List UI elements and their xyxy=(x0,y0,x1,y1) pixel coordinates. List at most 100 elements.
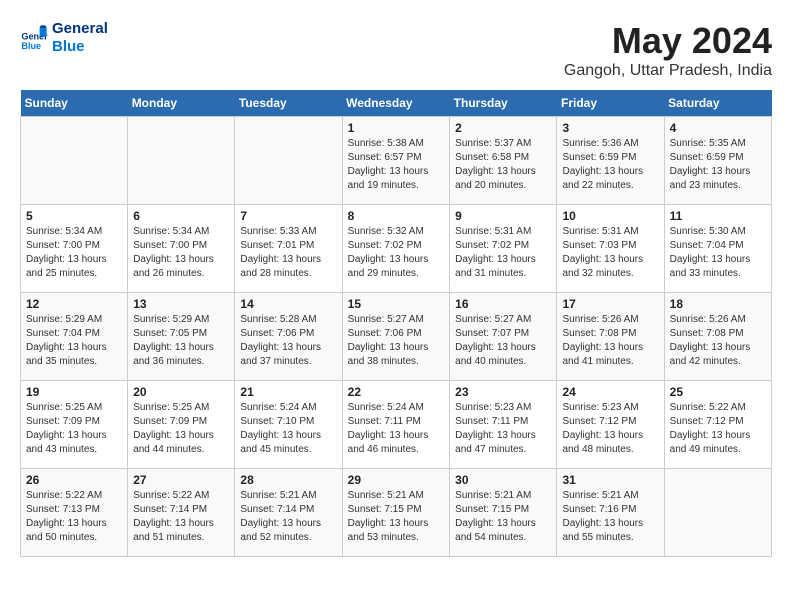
calendar-cell: 16 Sunrise: 5:27 AM Sunset: 7:07 PM Dayli… xyxy=(450,293,557,381)
day-info: Sunrise: 5:34 AM Sunset: 7:00 PM Dayligh… xyxy=(26,225,122,281)
day-number: 18 xyxy=(670,297,766,311)
day-info: Sunrise: 5:38 AM Sunset: 6:57 PM Dayligh… xyxy=(348,137,445,193)
day-number: 24 xyxy=(562,385,658,399)
day-number: 20 xyxy=(133,385,229,399)
day-info: Sunrise: 5:21 AM Sunset: 7:15 PM Dayligh… xyxy=(348,489,445,545)
calendar-cell: 9Sunrise: 5:31 AM Sunset: 7:02 PM Daylig… xyxy=(450,205,557,293)
day-number: 2 xyxy=(455,121,551,135)
day-info: Sunrise: 5:21 AM Sunset: 7:15 PM Dayligh… xyxy=(455,489,551,545)
header-thursday: Thursday xyxy=(450,90,557,117)
day-number: 19 xyxy=(26,385,122,399)
logo-icon: General Blue xyxy=(20,24,48,52)
day-info: Sunrise: 5:30 AM Sunset: 7:04 PM Dayligh… xyxy=(670,225,766,281)
day-info: Sunrise: 5:26 AM Sunset: 7:08 PM Dayligh… xyxy=(670,313,766,369)
logo-text-general: General xyxy=(52,20,108,38)
calendar-cell: 14 Sunrise: 5:28 AM Sunset: 7:06 PM Dayli… xyxy=(235,293,342,381)
calendar-cell: 1 Sunrise: 5:38 AM Sunset: 6:57 PM Daylig… xyxy=(342,117,450,205)
day-info: Sunrise: 5:21 AM Sunset: 7:16 PM Dayligh… xyxy=(562,489,658,545)
day-number: 26 xyxy=(26,473,122,487)
day-number: 12 xyxy=(26,297,122,311)
calendar-cell xyxy=(664,469,771,557)
calendar-cell: 18 Sunrise: 5:26 AM Sunset: 7:08 PM Dayli… xyxy=(664,293,771,381)
day-number: 7 xyxy=(240,209,336,223)
day-number: 9 xyxy=(455,209,551,223)
day-number: 29 xyxy=(348,473,445,487)
day-info: Sunrise: 5:23 AM Sunset: 7:11 PM Dayligh… xyxy=(455,401,551,457)
calendar-cell: 29 Sunrise: 5:21 AM Sunset: 7:15 PM Dayli… xyxy=(342,469,450,557)
day-number: 27 xyxy=(133,473,229,487)
day-info: Sunrise: 5:37 AM Sunset: 6:58 PM Dayligh… xyxy=(455,137,551,193)
calendar-cell: 12 Sunrise: 5:29 AM Sunset: 7:04 PM Dayli… xyxy=(21,293,128,381)
day-number: 16 xyxy=(455,297,551,311)
day-info: Sunrise: 5:29 AM Sunset: 7:04 PM Dayligh… xyxy=(26,313,122,369)
calendar-cell: 26 Sunrise: 5:22 AM Sunset: 7:13 PM Dayli… xyxy=(21,469,128,557)
day-number: 23 xyxy=(455,385,551,399)
day-number: 17 xyxy=(562,297,658,311)
day-number: 25 xyxy=(670,385,766,399)
calendar-cell: 24 Sunrise: 5:23 AM Sunset: 7:12 PM Dayli… xyxy=(557,381,664,469)
header-sunday: Sunday xyxy=(21,90,128,117)
calendar-cell: 13Sunrise: 5:29 AM Sunset: 7:05 PM Dayli… xyxy=(128,293,235,381)
calendar-cell: 25 Sunrise: 5:22 AM Sunset: 7:12 PM Dayli… xyxy=(664,381,771,469)
calendar-week-row: 19 Sunrise: 5:25 AM Sunset: 7:09 PM Dayli… xyxy=(21,381,772,469)
calendar-header-row: SundayMondayTuesdayWednesdayThursdayFrid… xyxy=(21,90,772,117)
calendar-week-row: 26 Sunrise: 5:22 AM Sunset: 7:13 PM Dayli… xyxy=(21,469,772,557)
calendar-cell: 19 Sunrise: 5:25 AM Sunset: 7:09 PM Dayli… xyxy=(21,381,128,469)
calendar-cell xyxy=(235,117,342,205)
day-number: 31 xyxy=(562,473,658,487)
day-info: Sunrise: 5:22 AM Sunset: 7:13 PM Dayligh… xyxy=(26,489,122,545)
calendar-cell: 22 Sunrise: 5:24 AM Sunset: 7:11 PM Dayli… xyxy=(342,381,450,469)
header-friday: Friday xyxy=(557,90,664,117)
day-info: Sunrise: 5:21 AM Sunset: 7:14 PM Dayligh… xyxy=(240,489,336,545)
day-number: 8 xyxy=(348,209,445,223)
day-info: Sunrise: 5:32 AM Sunset: 7:02 PM Dayligh… xyxy=(348,225,445,281)
month-year-title: May 2024 xyxy=(564,20,772,62)
logo: General Blue General Blue xyxy=(20,20,108,56)
calendar-cell: 4Sunrise: 5:35 AM Sunset: 6:59 PM Daylig… xyxy=(664,117,771,205)
page-header: General Blue General Blue May 2024 Gango… xyxy=(20,20,772,80)
location-subtitle: Gangoh, Uttar Pradesh, India xyxy=(564,62,772,80)
calendar-cell: 10 Sunrise: 5:31 AM Sunset: 7:03 PM Dayli… xyxy=(557,205,664,293)
day-number: 15 xyxy=(348,297,445,311)
day-info: Sunrise: 5:34 AM Sunset: 7:00 PM Dayligh… xyxy=(133,225,229,281)
day-number: 6 xyxy=(133,209,229,223)
day-number: 10 xyxy=(562,209,658,223)
day-number: 11 xyxy=(670,209,766,223)
calendar-cell: 5Sunrise: 5:34 AM Sunset: 7:00 PM Daylig… xyxy=(21,205,128,293)
day-info: Sunrise: 5:28 AM Sunset: 7:06 PM Dayligh… xyxy=(240,313,336,369)
calendar-cell: 31 Sunrise: 5:21 AM Sunset: 7:16 PM Dayli… xyxy=(557,469,664,557)
day-info: Sunrise: 5:29 AM Sunset: 7:05 PM Dayligh… xyxy=(133,313,229,369)
day-info: Sunrise: 5:22 AM Sunset: 7:12 PM Dayligh… xyxy=(670,401,766,457)
logo-text-blue: Blue xyxy=(52,38,108,56)
day-info: Sunrise: 5:31 AM Sunset: 7:03 PM Dayligh… xyxy=(562,225,658,281)
calendar-cell: 15 Sunrise: 5:27 AM Sunset: 7:06 PM Dayli… xyxy=(342,293,450,381)
calendar-cell: 2 Sunrise: 5:37 AM Sunset: 6:58 PM Daylig… xyxy=(450,117,557,205)
calendar-cell: 21Sunrise: 5:24 AM Sunset: 7:10 PM Dayli… xyxy=(235,381,342,469)
day-info: Sunrise: 5:27 AM Sunset: 7:07 PM Dayligh… xyxy=(455,313,551,369)
calendar-cell: 6 Sunrise: 5:34 AM Sunset: 7:00 PM Daylig… xyxy=(128,205,235,293)
calendar-cell: 20 Sunrise: 5:25 AM Sunset: 7:09 PM Dayli… xyxy=(128,381,235,469)
day-info: Sunrise: 5:23 AM Sunset: 7:12 PM Dayligh… xyxy=(562,401,658,457)
header-monday: Monday xyxy=(128,90,235,117)
day-info: Sunrise: 5:25 AM Sunset: 7:09 PM Dayligh… xyxy=(26,401,122,457)
day-info: Sunrise: 5:35 AM Sunset: 6:59 PM Dayligh… xyxy=(670,137,766,193)
day-info: Sunrise: 5:24 AM Sunset: 7:11 PM Dayligh… xyxy=(348,401,445,457)
day-info: Sunrise: 5:27 AM Sunset: 7:06 PM Dayligh… xyxy=(348,313,445,369)
calendar-cell: 11 Sunrise: 5:30 AM Sunset: 7:04 PM Dayli… xyxy=(664,205,771,293)
header-tuesday: Tuesday xyxy=(235,90,342,117)
day-info: Sunrise: 5:26 AM Sunset: 7:08 PM Dayligh… xyxy=(562,313,658,369)
header-saturday: Saturday xyxy=(664,90,771,117)
day-info: Sunrise: 5:25 AM Sunset: 7:09 PM Dayligh… xyxy=(133,401,229,457)
day-number: 1 xyxy=(348,121,445,135)
calendar-cell: 17 Sunrise: 5:26 AM Sunset: 7:08 PM Dayli… xyxy=(557,293,664,381)
day-number: 14 xyxy=(240,297,336,311)
day-info: Sunrise: 5:22 AM Sunset: 7:14 PM Dayligh… xyxy=(133,489,229,545)
day-number: 30 xyxy=(455,473,551,487)
day-number: 21 xyxy=(240,385,336,399)
calendar-cell: 28Sunrise: 5:21 AM Sunset: 7:14 PM Dayli… xyxy=(235,469,342,557)
header-wednesday: Wednesday xyxy=(342,90,450,117)
svg-text:Blue: Blue xyxy=(21,41,41,51)
day-number: 3 xyxy=(562,121,658,135)
day-number: 22 xyxy=(348,385,445,399)
calendar-table: SundayMondayTuesdayWednesdayThursdayFrid… xyxy=(20,90,772,557)
